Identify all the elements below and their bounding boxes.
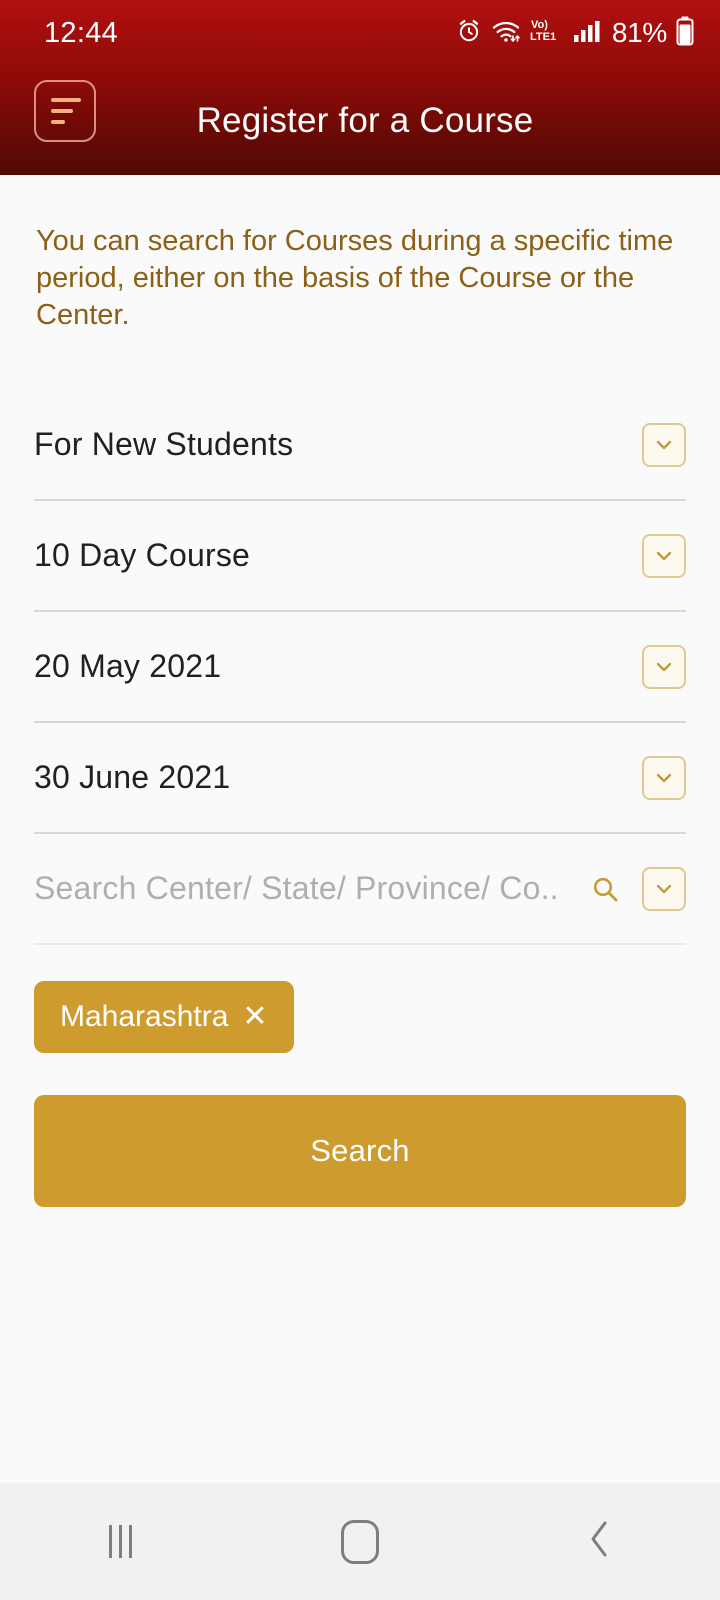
app-header: 12:44 Vo) LTE1 81% Register for a Course bbox=[0, 0, 720, 175]
end-date-value: 30 June 2021 bbox=[34, 759, 231, 796]
course-type-controls bbox=[642, 533, 686, 578]
field-row-center-search[interactable]: Search Center/ State/ Province/ Co.. bbox=[34, 834, 686, 946]
recents-icon bbox=[108, 1525, 132, 1558]
home-button[interactable] bbox=[270, 1483, 450, 1600]
app-screen: 12:44 Vo) LTE1 81% Register for a Course… bbox=[0, 0, 720, 1600]
center-search-controls bbox=[588, 866, 686, 911]
back-icon bbox=[585, 1517, 615, 1566]
chevron-down-icon[interactable] bbox=[642, 644, 686, 689]
recents-button[interactable] bbox=[30, 1483, 210, 1600]
magnifier-icon[interactable] bbox=[588, 872, 622, 906]
page-title: Register for a Course bbox=[196, 100, 534, 140]
app-bar: Register for a Course bbox=[0, 66, 720, 175]
field-row-start-date[interactable]: 20 May 2021 bbox=[34, 612, 686, 724]
battery-icon bbox=[676, 16, 694, 51]
student-type-controls bbox=[642, 422, 686, 467]
student-type-value: For New Students bbox=[34, 426, 294, 463]
home-icon bbox=[341, 1519, 379, 1564]
status-bar-icons: Vo) LTE1 81% bbox=[456, 16, 694, 51]
menu-line-2 bbox=[51, 109, 73, 113]
field-row-student-type[interactable]: For New Students bbox=[34, 390, 686, 502]
recents-bar-2 bbox=[118, 1525, 122, 1558]
alarm-icon bbox=[456, 18, 482, 49]
chevron-down-icon[interactable] bbox=[642, 755, 686, 800]
status-bar: 12:44 Vo) LTE1 81% bbox=[0, 0, 720, 66]
menu-line-3 bbox=[51, 120, 65, 124]
wifi-icon bbox=[491, 18, 521, 49]
search-filter-form: For New Students 10 Day Course 20 May 20… bbox=[0, 390, 720, 946]
hamburger-menu-icon[interactable] bbox=[34, 80, 96, 142]
chevron-down-icon[interactable] bbox=[642, 866, 686, 911]
main-content: You can search for Courses during a spec… bbox=[0, 175, 720, 1483]
status-bar-clock: 12:44 bbox=[44, 16, 119, 49]
center-search-placeholder[interactable]: Search Center/ State/ Province/ Co.. bbox=[34, 870, 559, 907]
course-type-value: 10 Day Course bbox=[34, 537, 251, 574]
chevron-down-icon[interactable] bbox=[642, 422, 686, 467]
close-icon[interactable]: ✕ bbox=[242, 1002, 267, 1032]
back-button[interactable] bbox=[510, 1483, 690, 1600]
battery-percent-label: 81% bbox=[611, 17, 667, 48]
recents-bar-3 bbox=[128, 1525, 132, 1558]
selected-filters: Maharashtra ✕ bbox=[0, 945, 720, 1054]
signal-icon bbox=[573, 18, 603, 49]
filter-chip-maharashtra[interactable]: Maharashtra ✕ bbox=[34, 981, 294, 1054]
android-nav-bar bbox=[0, 1483, 720, 1600]
field-row-end-date[interactable]: 30 June 2021 bbox=[34, 723, 686, 835]
search-button-wrapper: Search bbox=[0, 1053, 720, 1208]
intro-text: You can search for Courses during a spec… bbox=[36, 225, 674, 332]
filter-chip-label: Maharashtra bbox=[60, 1000, 229, 1034]
start-date-controls bbox=[642, 644, 686, 689]
svg-text:LTE1: LTE1 bbox=[530, 31, 556, 43]
volte-icon: Vo) LTE1 bbox=[530, 17, 564, 50]
recents-bar-1 bbox=[108, 1525, 112, 1558]
svg-text:Vo): Vo) bbox=[531, 19, 548, 31]
end-date-controls bbox=[642, 755, 686, 800]
menu-line-1 bbox=[51, 98, 81, 102]
field-row-course-type[interactable]: 10 Day Course bbox=[34, 501, 686, 613]
search-button[interactable]: Search bbox=[34, 1095, 686, 1208]
start-date-value: 20 May 2021 bbox=[34, 648, 222, 685]
chevron-down-icon[interactable] bbox=[642, 533, 686, 578]
